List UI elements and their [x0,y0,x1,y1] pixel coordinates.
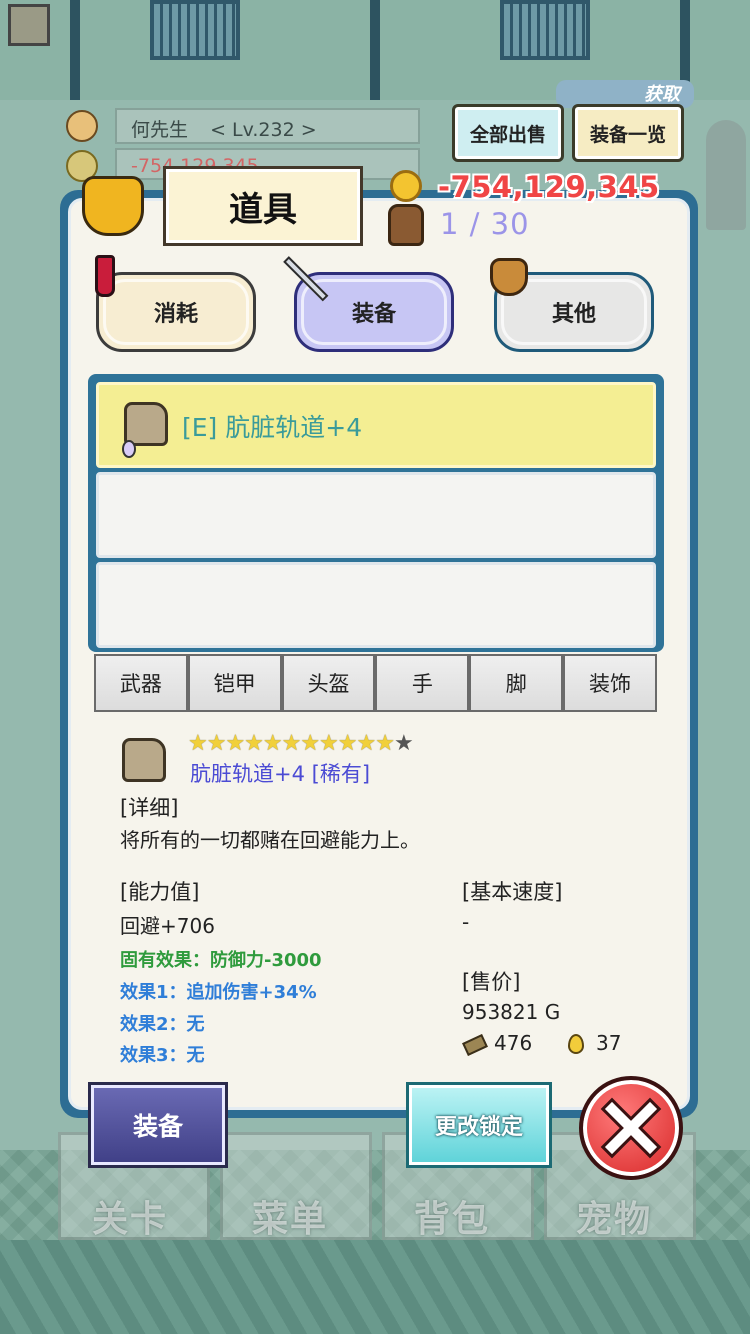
material-count: 476 [494,1031,533,1055]
player-name: 何先生 [131,119,189,141]
change-lock-label: 更改锁定 [434,1115,523,1140]
filter-weapon[interactable]: 武器 [94,654,188,712]
filter-hand[interactable]: 手 [375,654,470,712]
equipment-filter-bar: 武器 铠甲 头盔 手 脚 装饰 [94,654,657,712]
effect-3: 效果3：无 [120,1045,205,1066]
stats-heading: [能力值] [120,880,200,904]
base-speed: - [462,910,470,934]
sell-price: 953821 G [462,1000,561,1024]
rarity-stars: ★★★★★★★★★★★★ [188,731,414,756]
innate-effect: 固有效果：防御力-3000 [120,950,322,971]
sell-all-label: 全部出售 [469,123,546,146]
tab-consumables[interactable]: 消耗 [96,272,256,352]
inventory-capacity: 1 / 30 [440,207,530,241]
nav-pet-label: 宠物 [576,1199,653,1240]
player-level: < Lv.232 > [210,119,317,141]
crate-sprite [8,4,50,46]
nav-stage-label: 关卡 [92,1199,169,1240]
filter-accessory[interactable]: 装饰 [563,654,657,712]
gold-amount: -754,129,345 [438,170,660,204]
filter-foot[interactable]: 脚 [469,654,564,712]
equip-button[interactable]: 装备 [88,1082,228,1168]
list-item-empty[interactable] [96,562,656,648]
lamp-post-sprite [370,0,380,100]
equipment-list-label: 装备一览 [589,123,666,146]
tab-others-label: 其他 [551,302,596,327]
essence-count: 37 [596,1031,622,1055]
player-info-bar: 何先生 < Lv.232 > [115,108,420,144]
bench-sprite [150,0,240,60]
filter-armor[interactable]: 铠甲 [187,654,282,712]
tab-equipment[interactable]: 装备 [294,272,454,352]
detail-heading: [详细] [120,796,179,820]
player-avatar[interactable] [66,110,98,142]
speed-heading: [基本速度] [462,880,563,904]
sell-all-button[interactable]: 全部出售 [452,104,564,162]
equip-button-label: 装备 [132,1112,183,1141]
background-tiles [0,1240,750,1334]
potion-icon [95,255,115,297]
tab-equipment-label: 装备 [351,302,396,327]
detail-item-name: 肮脏轨道+4 [稀有] [190,762,371,786]
tab-consumables-label: 消耗 [153,302,198,327]
statue-sprite [706,120,746,230]
rarity-stars-empty: ★ [393,731,414,756]
effect-1: 效果1：追加伤害+34% [120,982,317,1003]
close-icon [600,1097,662,1159]
detail-description: 将所有的一切都赌在回避能力上。 [120,828,420,852]
list-item-label: [E] 肮脏轨道+4 [182,413,363,442]
close-button[interactable] [579,1076,683,1180]
rarity-stars-filled: ★★★★★★★★★★★ [188,731,395,756]
detail-item-icon [122,738,166,782]
list-item-empty[interactable] [96,472,656,558]
bag-icon [82,176,144,236]
nav-menu-label: 菜单 [252,1199,329,1240]
gem-icon [122,440,136,458]
panel-title: 道具 [163,166,363,246]
lamp-post-sprite [70,0,80,100]
pouch-icon [490,258,528,296]
change-lock-button[interactable]: 更改锁定 [406,1082,552,1168]
equipment-list-button[interactable]: 装备一览 [572,104,684,162]
stat-evasion: 回避+706 [120,914,215,938]
bench-sprite [500,0,590,60]
coin-icon [390,170,422,202]
backpack-icon [388,204,424,246]
nav-bag-label: 背包 [414,1199,491,1240]
essence-drop-icon [568,1034,584,1054]
price-heading: [售价] [462,970,521,994]
get-button-label: 获取 [644,84,680,105]
list-item-selected[interactable] [96,382,656,468]
filter-helmet[interactable]: 头盔 [281,654,376,712]
effect-2: 效果2：无 [120,1014,205,1035]
